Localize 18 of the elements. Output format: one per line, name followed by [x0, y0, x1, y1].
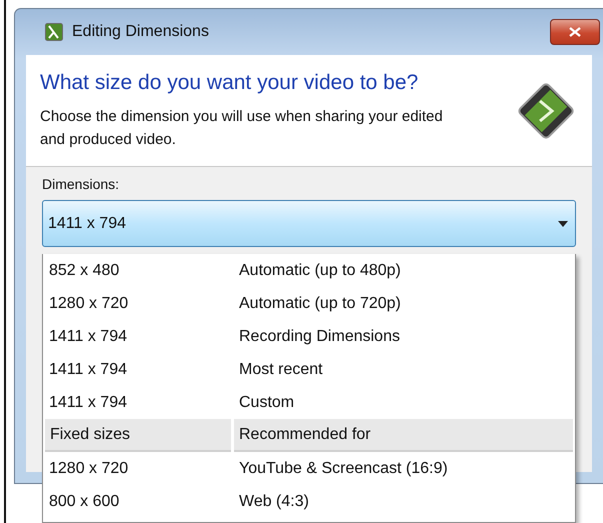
dimension-option[interactable]: 1411 x 794 Recording Dimensions [45, 320, 573, 353]
window-title: Editing Dimensions [72, 23, 210, 41]
caret-icon [558, 220, 568, 226]
dimensions-dropdown[interactable]: 1411 x 794 [42, 200, 576, 247]
dialog-heading: What size do you want your video to be? [40, 71, 420, 95]
dimension-option[interactable]: 1411 x 794 Custom [45, 386, 573, 419]
close-icon [569, 27, 581, 37]
close-button[interactable] [550, 19, 600, 45]
column-header: Fixed sizes [45, 419, 231, 452]
dimension-option[interactable]: 800 x 600 Web (4:3) [45, 485, 573, 518]
dimension-option[interactable]: 1280 x 720 Automatic (up to 720p) [45, 287, 573, 320]
dialog-description: Choose the dimension you will use when sharing your edited and produced video. [40, 107, 444, 150]
dimensions-label: Dimensions: [42, 176, 120, 194]
dimension-option[interactable]: 852 x 480 Automatic (up to 480p) [45, 254, 573, 287]
dimension-option[interactable]: 1411 x 794 Most recent [45, 353, 573, 386]
app-icon [45, 23, 63, 41]
dimension-option[interactable]: 1280 x 720 YouTube & Screencast (16:9) [45, 452, 573, 485]
column-header: Recommended for [234, 419, 573, 452]
